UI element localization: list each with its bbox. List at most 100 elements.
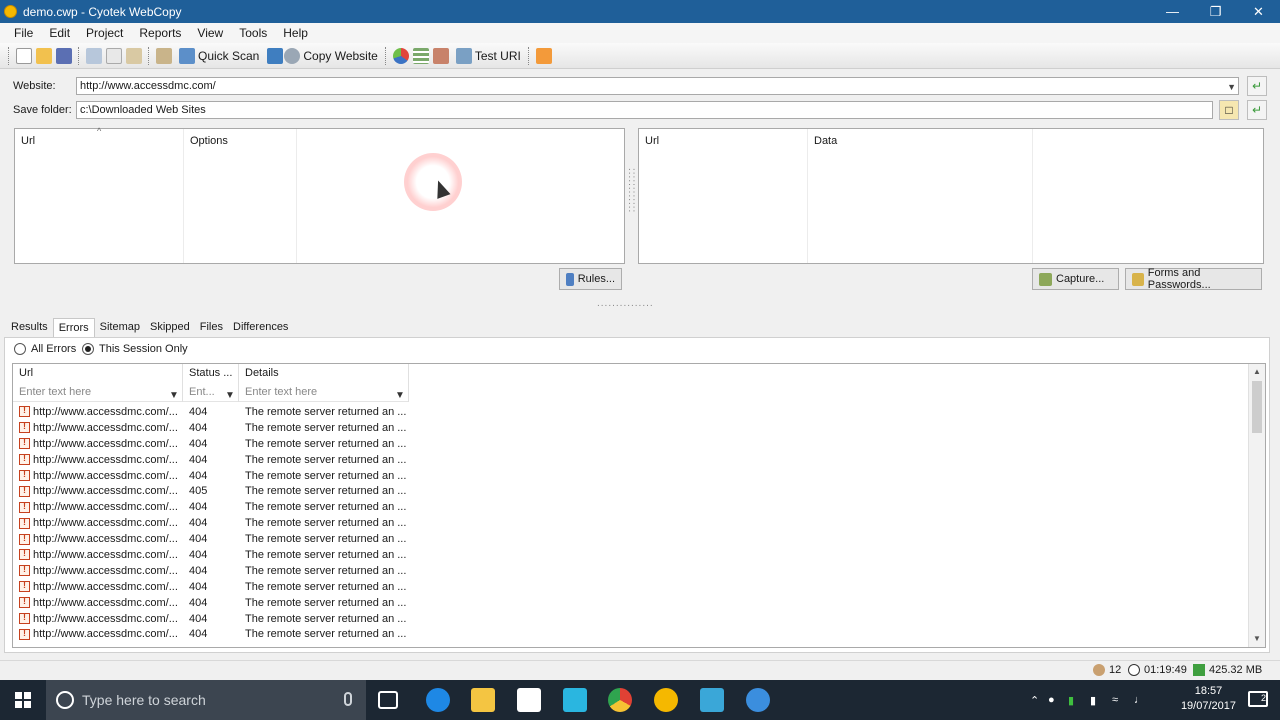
properties-icon[interactable] (156, 47, 172, 64)
vertical-scrollbar[interactable]: ▲ ▼ (1248, 364, 1265, 647)
browse-folder-icon[interactable]: □ (1219, 100, 1239, 120)
go-arrow-icon[interactable]: ↵ (1247, 76, 1267, 96)
column-data[interactable]: Data (808, 129, 1033, 153)
menu-tools[interactable]: Tools (231, 26, 275, 40)
table-row[interactable]: http://www.accessdmc.com/... 404 The remot… (13, 499, 409, 515)
quick-scan-button[interactable]: Quick Scan (174, 45, 262, 67)
table-row[interactable]: http://www.accessdmc.com/... 404 The remot… (13, 563, 409, 579)
minimize-button[interactable]: — (1151, 0, 1194, 23)
column-url[interactable]: Url (13, 364, 183, 383)
menu-help[interactable]: Help (275, 26, 316, 40)
webcopy-taskbar-icon[interactable] (654, 688, 678, 712)
vertical-splitter[interactable]: :::::::::::: (626, 168, 637, 213)
scroll-thumb[interactable] (1252, 381, 1262, 433)
microphone-icon[interactable] (344, 692, 352, 706)
horizontal-splitter[interactable]: ............... (597, 298, 654, 309)
save-folder-field[interactable]: c:\Downloaded Web Sites (76, 101, 1213, 119)
rules-list[interactable]: Url Options ^ (14, 126, 625, 264)
rules-button[interactable]: Rules... (559, 268, 622, 290)
table-row[interactable]: http://www.accessdmc.com/... 405 The remot… (13, 483, 409, 499)
column-url[interactable]: Url (639, 129, 808, 153)
open-folder-arrow-icon[interactable]: ↵ (1247, 100, 1267, 120)
copy-icon[interactable] (106, 47, 122, 64)
taskbar-clock[interactable]: 18:57 19/07/2017 (1181, 684, 1236, 714)
filter-icon[interactable]: ▼ (169, 386, 180, 401)
column-options[interactable]: Options (184, 129, 297, 153)
paste-icon[interactable] (126, 47, 142, 64)
url-filter-input[interactable]: Enter text here ▼ (13, 383, 183, 402)
start-button[interactable] (0, 680, 46, 720)
tab-files[interactable]: Files (195, 318, 228, 337)
internet-explorer-icon[interactable] (746, 688, 770, 712)
pie-chart-icon[interactable] (392, 47, 409, 64)
table-row[interactable]: http://www.accessdmc.com/... 404 The remot… (13, 531, 409, 547)
menu-view[interactable]: View (189, 26, 231, 40)
app-icon[interactable] (563, 688, 587, 712)
taskbar-search[interactable]: Type here to search (46, 680, 366, 720)
table-row[interactable]: http://www.accessdmc.com/... 404 The remot… (13, 404, 409, 420)
table-row[interactable]: http://www.accessdmc.com/... 404 The remot… (13, 595, 409, 611)
copy-website-label: Copy Website (303, 48, 378, 63)
row-details: The remote server returned an ... (245, 612, 407, 625)
table-row[interactable]: http://www.accessdmc.com/... 404 The remot… (13, 436, 409, 452)
filter-icon[interactable]: ▼ (225, 386, 236, 401)
tray-chevron-icon[interactable]: ⌃ (1030, 694, 1048, 707)
save-icon[interactable] (56, 47, 72, 64)
file-explorer-icon[interactable] (471, 688, 495, 712)
menu-edit[interactable]: Edit (41, 26, 78, 40)
scroll-up-icon[interactable]: ▲ (1249, 364, 1265, 380)
sitemap-icon[interactable] (432, 47, 449, 64)
tab-skipped[interactable]: Skipped (145, 318, 195, 337)
tab-errors[interactable]: Errors (52, 318, 95, 337)
table-row[interactable]: http://www.accessdmc.com/... 404 The remot… (13, 626, 409, 642)
column-status[interactable]: Status ... (183, 364, 239, 383)
options-icon[interactable] (535, 47, 552, 64)
tray-app-icon[interactable]: ● (1048, 694, 1068, 706)
all-errors-radio[interactable]: All Errors (14, 343, 76, 355)
tools-icon[interactable] (700, 688, 724, 712)
tab-differences[interactable]: Differences (228, 318, 293, 337)
close-button[interactable]: ✕ (1237, 0, 1280, 23)
table-row[interactable]: http://www.accessdmc.com/... 404 The remot… (13, 547, 409, 563)
wifi-icon[interactable]: ≈ (1112, 694, 1134, 706)
copy-website-button[interactable]: Copy Website (262, 45, 380, 67)
maximize-button[interactable]: ❐ (1194, 0, 1237, 23)
table-row[interactable]: http://www.accessdmc.com/... 404 The remot… (13, 579, 409, 595)
tab-results[interactable]: Results (6, 318, 53, 337)
power-icon[interactable]: ▮ (1090, 694, 1112, 707)
new-file-icon[interactable] (16, 47, 32, 64)
menu-file[interactable]: File (6, 26, 41, 40)
this-session-radio[interactable]: This Session Only (82, 343, 188, 355)
table-row[interactable]: http://www.accessdmc.com/... 404 The remot… (13, 611, 409, 627)
status-filter-input[interactable]: Ent... ▼ (183, 383, 239, 402)
volume-icon[interactable]: ♩ (1134, 694, 1154, 706)
edge-icon[interactable] (426, 688, 450, 712)
test-uri-button[interactable]: Test URI (451, 45, 524, 67)
table-row[interactable]: http://www.accessdmc.com/... 404 The remot… (13, 515, 409, 531)
store-icon[interactable] (517, 688, 541, 712)
table-row[interactable]: http://www.accessdmc.com/... 404 The remot… (13, 452, 409, 468)
task-view-icon[interactable] (378, 691, 398, 709)
errors-grid[interactable]: Url Status ... Details Enter text here ▼… (12, 363, 1266, 648)
menu-project[interactable]: Project (78, 26, 131, 40)
tab-sitemap[interactable]: Sitemap (95, 318, 145, 337)
column-details[interactable]: Details (239, 364, 409, 383)
website-field[interactable]: http://www.accessdmc.com/ ▼ (76, 77, 1239, 95)
chrome-icon[interactable] (608, 688, 632, 712)
details-filter-input[interactable]: Enter text here ▼ (239, 383, 409, 402)
table-row[interactable]: http://www.accessdmc.com/... 404 The remot… (13, 420, 409, 436)
notification-icon[interactable]: 2 (1248, 691, 1268, 707)
table-row[interactable]: http://www.accessdmc.com/... 404 The remot… (13, 468, 409, 484)
cut-icon[interactable] (86, 47, 102, 64)
filter-icon[interactable]: ▼ (395, 386, 406, 401)
menu-reports[interactable]: Reports (131, 26, 189, 40)
open-folder-icon[interactable] (36, 47, 52, 64)
chevron-down-icon[interactable]: ▼ (1227, 79, 1236, 94)
forms-passwords-button[interactable]: Forms and Passwords... (1125, 267, 1262, 291)
list-icon[interactable] (412, 47, 429, 64)
scroll-down-icon[interactable]: ▼ (1249, 631, 1265, 647)
capture-list[interactable]: Url Data (638, 128, 1264, 264)
toolbar-separator (78, 46, 80, 65)
battery-icon[interactable]: ▮ (1068, 694, 1090, 707)
capture-button[interactable]: Capture... (1032, 268, 1119, 290)
